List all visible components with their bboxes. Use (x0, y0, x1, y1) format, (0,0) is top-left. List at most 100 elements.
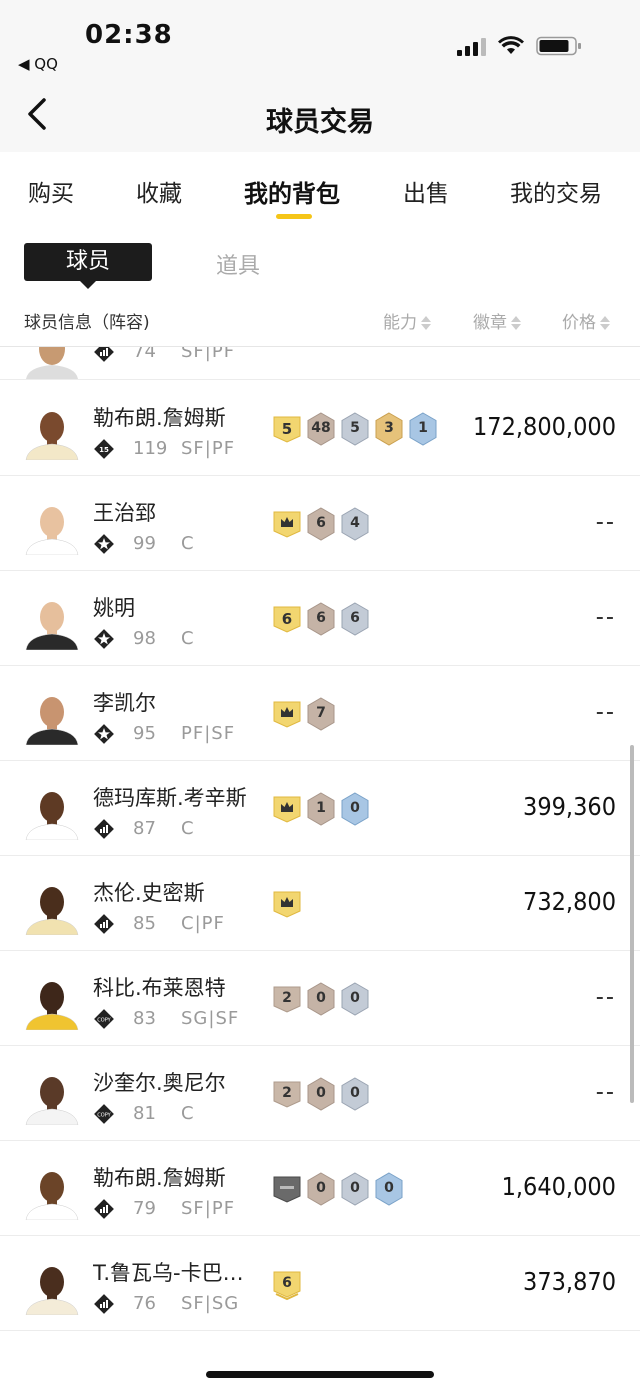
player-rating: 76 (133, 1293, 156, 1314)
list-item[interactable]: 科比.布莱恩特 COPY 83 SG|SF 2 0 0 -- (0, 950, 640, 1046)
list-item-partial[interactable]: 74 SF|PF (0, 347, 640, 380)
tier-copy-icon: COPY (93, 1103, 115, 1125)
player-position: C (181, 818, 195, 839)
list-item[interactable]: T.鲁瓦乌-卡巴… 76 SF|SG 6 373,870 (0, 1235, 640, 1331)
tab-favorites[interactable]: 收藏 (136, 174, 182, 208)
player-position: SF|PF (181, 438, 236, 459)
tab-my-backpack[interactable]: 我的背包 (244, 174, 340, 209)
player-position: SF|PF (181, 1198, 236, 1219)
player-position: C (181, 628, 195, 649)
player-avatar (24, 689, 80, 745)
silver-badge: 4 (340, 507, 370, 541)
sort-price-button[interactable]: 价格 (562, 308, 610, 333)
crown-badge (272, 792, 302, 826)
wifi-icon (498, 36, 524, 56)
list-item[interactable]: 沙奎尔.奥尼尔 COPY 81 C 2 0 0 -- (0, 1045, 640, 1141)
list-item[interactable]: 勒布朗.詹姆斯 15 119 SF|PF 5 48 5 3 1 172,800,000 (0, 380, 640, 476)
player-rating: 99 (133, 533, 156, 554)
back-to-app-link[interactable]: ◀ QQ (18, 55, 58, 73)
player-name: 王治郅 (93, 501, 156, 525)
player-rating: 79 (133, 1198, 156, 1219)
badge-count: 0 (350, 1085, 360, 1101)
player-rating: 83 (133, 1008, 156, 1029)
badge-count: 0 (316, 990, 326, 1006)
bronze-badge: 0 (306, 1172, 336, 1206)
badge-count: 1 (418, 420, 428, 436)
subtab-players[interactable]: 球员 (24, 243, 152, 289)
blue-badge: 0 (374, 1172, 404, 1206)
player-avatar (24, 347, 80, 379)
player-position: SF|SG (181, 1293, 240, 1314)
scrollbar[interactable] (630, 745, 634, 1103)
player-rating: 95 (133, 723, 156, 744)
player-price: -- (595, 1077, 616, 1106)
tab-buy[interactable]: 购买 (28, 174, 74, 208)
badge-group: 6 (272, 1267, 302, 1301)
player-price: 1,640,000 (501, 1172, 616, 1201)
badge-count: 0 (316, 1180, 326, 1196)
tab-sell[interactable]: 出售 (403, 174, 449, 208)
badge-group: 0 0 0 (272, 1172, 404, 1206)
player-price: -- (595, 982, 616, 1011)
player-name: 沙奎尔.奥尼尔 (93, 1071, 226, 1095)
sort-arrows-icon (600, 315, 610, 331)
player-rating: 87 (133, 818, 156, 839)
blue-badge: 1 (408, 412, 438, 446)
list-item[interactable]: 王治郅 99 C 6 4 -- (0, 475, 640, 571)
tier-bars-icon (93, 1198, 115, 1220)
badge-count: 6 (281, 610, 293, 628)
player-name: 勒布朗.詹姆斯 (93, 1166, 226, 1190)
player-rating: 74 (133, 347, 156, 362)
list-item[interactable]: 勒布朗.詹姆斯 79 SF|PF 0 0 0 1,640,000 (0, 1140, 640, 1236)
column-header: 球员信息（阵容) 能力 徽章 价格 (0, 296, 640, 347)
list-item[interactable]: 姚明 98 C 6 6 6 -- (0, 570, 640, 666)
player-name: 姚明 (93, 596, 135, 620)
sort-arrows-icon (511, 315, 521, 331)
list-item[interactable]: 李凯尔 95 PF|SF 7 -- (0, 665, 640, 761)
player-position: C (181, 533, 195, 554)
status-time: 02:38 (85, 20, 173, 50)
tier-level-icon: 15 (93, 438, 115, 460)
badge-group: 10 (272, 792, 370, 826)
player-price: 373,870 (523, 1267, 616, 1296)
player-list[interactable]: 74 SF|PF 勒布朗.詹姆斯 15 119 SF|PF 5 48 5 3 1 172,800,… (0, 347, 640, 1347)
bronze-badge: 7 (306, 697, 336, 731)
player-name: 德玛库斯.考辛斯 (93, 786, 247, 810)
badge-count: 6 (282, 1275, 292, 1291)
player-avatar (24, 879, 80, 935)
subtab-items[interactable]: 道具 (216, 248, 260, 280)
column-badges-label: 徽章 (473, 313, 507, 333)
player-position: SF|PF (181, 347, 236, 362)
bronze-badge: 48 (306, 412, 336, 446)
column-player-info: 球员信息（阵容) (24, 313, 150, 333)
silver-badge: 5 (340, 412, 370, 446)
player-avatar (24, 594, 80, 650)
player-avatar (24, 784, 80, 840)
gold-badge: 6 (272, 602, 302, 636)
tier-bars-icon (93, 347, 115, 363)
player-name: 科比.布莱恩特 (93, 976, 226, 1000)
sort-ability-button[interactable]: 能力 (383, 308, 431, 333)
list-item[interactable]: 德玛库斯.考辛斯 87 C 1 0 399,360 (0, 760, 640, 856)
player-price: 399,360 (523, 792, 616, 821)
bronze-badge: 0 (306, 982, 336, 1016)
list-item[interactable]: 杰伦.史密斯 85 C|PF 732,800 (0, 855, 640, 951)
goldchev-badge: 6 (272, 1267, 302, 1301)
player-name: 李凯尔 (93, 691, 156, 715)
bronze-badge: 0 (306, 1077, 336, 1111)
badge-count: 1 (316, 800, 326, 816)
badge-group: 6 6 6 (272, 602, 370, 636)
tab-my-trades[interactable]: 我的交易 (510, 174, 602, 208)
player-avatar (24, 1259, 80, 1315)
badge-count: 2 (282, 990, 292, 1006)
sort-badges-button[interactable]: 徽章 (473, 308, 521, 333)
svg-text:15: 15 (99, 446, 109, 454)
crown-badge (272, 887, 302, 921)
player-price: 172,800,000 (472, 412, 616, 441)
silver-badge: 0 (340, 1077, 370, 1111)
home-indicator[interactable] (206, 1371, 434, 1378)
tier-copy-icon: COPY (93, 1008, 115, 1030)
player-rating: 85 (133, 913, 156, 934)
badge-count: 7 (316, 705, 326, 721)
player-position: SG|SF (181, 1008, 240, 1029)
